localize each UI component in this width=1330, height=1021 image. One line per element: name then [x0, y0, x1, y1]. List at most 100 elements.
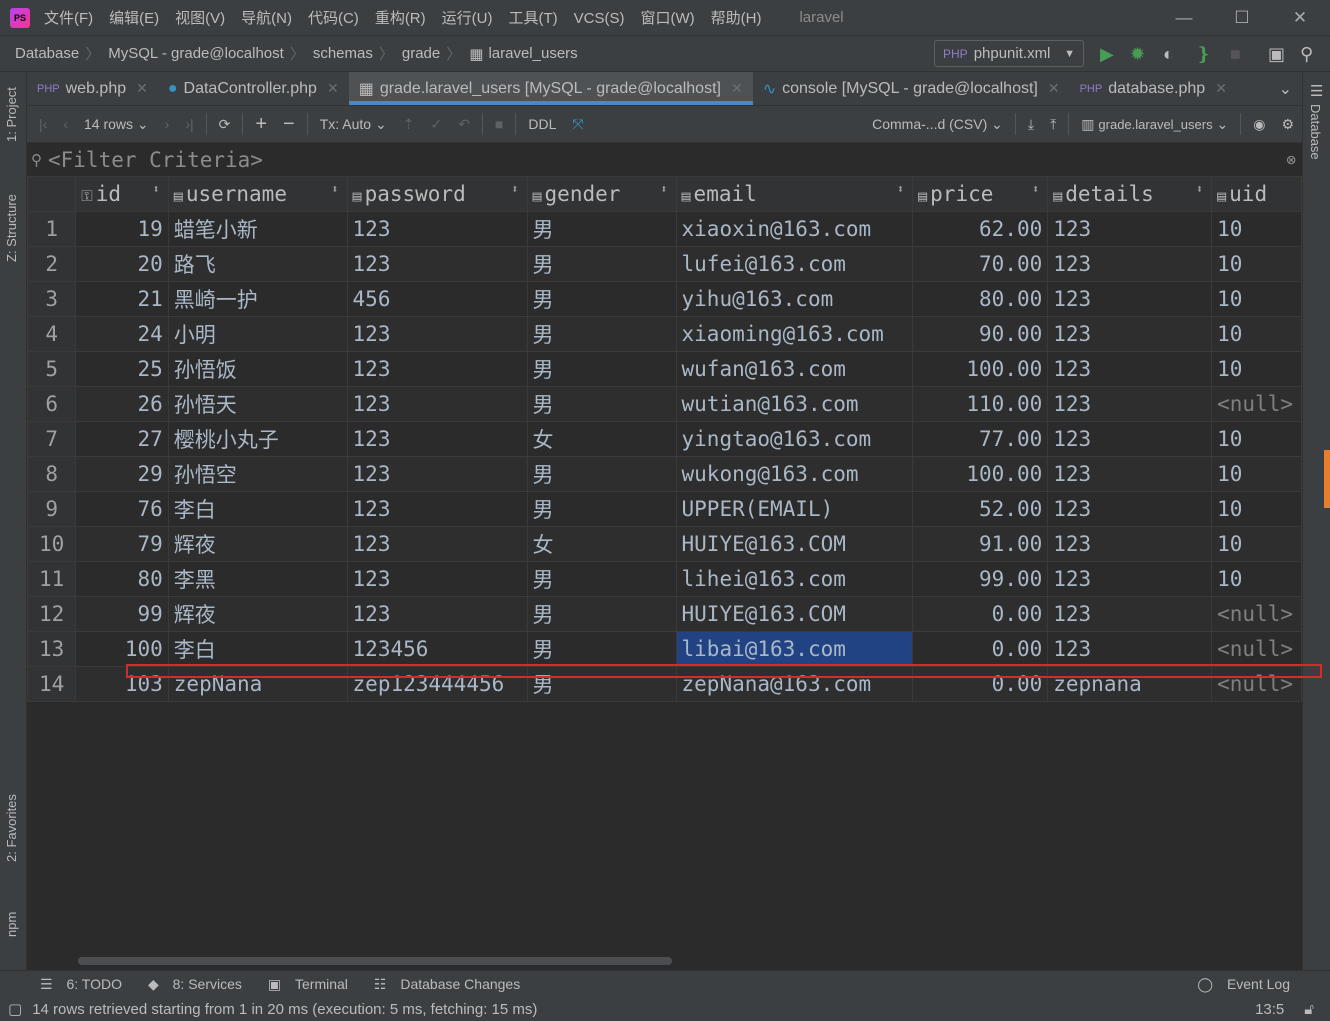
table-row[interactable]: 7 27 樱桃小丸子 123 女 yingtao@163.com 77.00 123 10: [27, 421, 1302, 457]
cell-id[interactable]: 26: [75, 386, 169, 422]
cell-price[interactable]: 110.00: [912, 386, 1049, 422]
menu-item[interactable]: 帮助(H): [711, 10, 762, 27]
tab-laravel-users[interactable]: ▦ grade.laravel_users [MySQL - grade@loca…: [348, 72, 753, 105]
breadcrumb-table[interactable]: laravel_users: [488, 45, 577, 62]
cell-username[interactable]: 辉夜: [167, 526, 348, 562]
table-row[interactable]: 1 19 蜡笔小新 123 男 xiaoxin@163.com 62.00 123 10: [27, 211, 1302, 247]
cell-uid[interactable]: <null>: [1211, 596, 1302, 632]
menu-item[interactable]: VCS(S): [574, 10, 625, 27]
column-header-uid[interactable]: ▤ uid: [1211, 176, 1302, 212]
cell-username[interactable]: 黑崎一护: [167, 281, 348, 317]
cell-details[interactable]: 123: [1047, 456, 1213, 492]
cell-id[interactable]: 27: [75, 421, 169, 457]
cell-email[interactable]: UPPER(EMAIL): [675, 491, 914, 527]
cell-gender[interactable]: 男: [526, 246, 677, 282]
table-row[interactable]: 5 25 孙悟饭 123 男 wufan@163.com 100.00 123 10: [27, 351, 1302, 387]
cell-price[interactable]: 62.00: [912, 211, 1049, 247]
npm-tool-button[interactable]: npm: [4, 912, 19, 937]
cell-password[interactable]: 123456: [346, 631, 528, 667]
cell-username[interactable]: 李白: [167, 491, 348, 527]
cell-price[interactable]: 80.00: [912, 281, 1049, 317]
cell-password[interactable]: 123: [346, 386, 528, 422]
services-button[interactable]: ◆ 8: Services: [148, 976, 242, 993]
table-row[interactable]: 10 79 辉夜 123 女 HUIYE@163.COM 91.00 123 10: [27, 526, 1302, 562]
add-row-icon[interactable]: +: [255, 113, 267, 136]
page-size-select[interactable]: 14 rows ⌄: [84, 116, 149, 133]
cell-username[interactable]: 李白: [167, 631, 348, 667]
cell-price[interactable]: 0.00: [912, 631, 1049, 667]
terminal-window-icon[interactable]: ▣: [1268, 44, 1285, 65]
table-row[interactable]: 12 99 辉夜 123 男 HUIYE@163.COM 0.00 123 <null>: [27, 596, 1302, 632]
coverage-icon[interactable]: ◐: [1163, 44, 1174, 65]
cell-username[interactable]: 孙悟饭: [167, 351, 348, 387]
menu-item[interactable]: 运行(U): [442, 10, 493, 27]
cell-uid[interactable]: 10: [1211, 351, 1302, 387]
cell-password[interactable]: 123: [346, 421, 528, 457]
sort-icon[interactable]: ⬍: [1196, 182, 1203, 196]
tab-console[interactable]: ∿ console [MySQL - grade@localhost] ✕: [753, 72, 1070, 105]
cell-details[interactable]: 123: [1047, 316, 1213, 352]
cell-gender[interactable]: 男: [526, 351, 677, 387]
cell-username[interactable]: 小明: [167, 316, 348, 352]
cell-details[interactable]: 123: [1047, 631, 1213, 667]
close-tab-icon[interactable]: ✕: [327, 80, 339, 97]
cell-gender[interactable]: 男: [526, 281, 677, 317]
stop-icon[interactable]: ■: [1230, 44, 1241, 65]
filter-input[interactable]: ⚲ <Filter Criteria> ⊗: [27, 143, 1302, 176]
cell-details[interactable]: 123: [1047, 561, 1213, 597]
breadcrumb-connection[interactable]: MySQL - grade@localhost: [108, 45, 284, 62]
cell-email[interactable]: HUIYE@163.COM: [675, 596, 914, 632]
cell-username[interactable]: 孙悟空: [167, 456, 348, 492]
close-tab-icon[interactable]: ✕: [136, 80, 148, 97]
structure-tool-button[interactable]: Z: Structure: [4, 194, 19, 262]
cell-password[interactable]: 123: [346, 351, 528, 387]
cell-id[interactable]: 76: [75, 491, 169, 527]
menu-item[interactable]: 导航(N): [241, 10, 292, 27]
cell-email[interactable]: lihei@163.com: [675, 561, 914, 597]
minimize-icon[interactable]: —: [1155, 0, 1213, 36]
cell-price[interactable]: 0.00: [912, 596, 1049, 632]
cell-gender[interactable]: 男: [526, 386, 677, 422]
sort-icon[interactable]: ⬍: [897, 182, 904, 196]
cell-details[interactable]: 123: [1047, 386, 1213, 422]
sort-icon[interactable]: ⬍: [1032, 182, 1039, 196]
refresh-icon[interactable]: ⟳: [219, 116, 231, 133]
close-icon[interactable]: ✕: [1271, 0, 1329, 36]
caret-position[interactable]: 13:5: [1255, 1001, 1284, 1018]
cell-email[interactable]: xiaoxin@163.com: [675, 211, 914, 247]
cell-email[interactable]: yingtao@163.com: [675, 421, 914, 457]
table-row[interactable]: 9 76 李白 123 男 UPPER(EMAIL) 52.00 123 10: [27, 491, 1302, 527]
table-row[interactable]: 4 24 小明 123 男 xiaoming@163.com 90.00 123 10: [27, 316, 1302, 352]
cell-uid[interactable]: <null>: [1211, 386, 1302, 422]
database-tool-button[interactable]: Database: [1308, 104, 1323, 160]
run-icon[interactable]: ▶: [1100, 44, 1114, 65]
table-row[interactable]: 8 29 孙悟空 123 男 wukong@163.com 100.00 123 10: [27, 456, 1302, 492]
menu-item[interactable]: 窗口(W): [640, 10, 694, 27]
breadcrumb-grade[interactable]: grade: [402, 45, 440, 62]
cell-username[interactable]: 路飞: [167, 246, 348, 282]
cell-details[interactable]: 123: [1047, 421, 1213, 457]
download-icon[interactable]: ⤓: [1028, 116, 1034, 133]
column-header-price[interactable]: ▤ price ⬍: [912, 176, 1049, 212]
cell-id[interactable]: 29: [75, 456, 169, 492]
cell-uid[interactable]: 10: [1211, 491, 1302, 527]
menu-item[interactable]: 重构(R): [375, 10, 426, 27]
cell-gender[interactable]: 女: [526, 421, 677, 457]
delete-row-icon[interactable]: −: [283, 113, 295, 136]
cell-email[interactable]: wufan@163.com: [675, 351, 914, 387]
cell-details[interactable]: 123: [1047, 491, 1213, 527]
project-tool-button[interactable]: 1: Project: [4, 87, 19, 142]
cell-email[interactable]: HUIYE@163.COM: [675, 526, 914, 562]
prev-page-icon[interactable]: ‹: [63, 116, 68, 132]
cell-id[interactable]: 24: [75, 316, 169, 352]
cell-username[interactable]: 孙悟天: [167, 386, 348, 422]
cell-details[interactable]: 123: [1047, 526, 1213, 562]
cell-email[interactable]: wutian@163.com: [675, 386, 914, 422]
cell-uid[interactable]: <null>: [1211, 631, 1302, 667]
cell-details[interactable]: 123: [1047, 596, 1213, 632]
cell-password[interactable]: 123: [346, 211, 528, 247]
cell-price[interactable]: 90.00: [912, 316, 1049, 352]
cell-password[interactable]: 123: [346, 526, 528, 562]
cell-id[interactable]: 80: [75, 561, 169, 597]
close-tab-icon[interactable]: ✕: [1215, 80, 1227, 97]
